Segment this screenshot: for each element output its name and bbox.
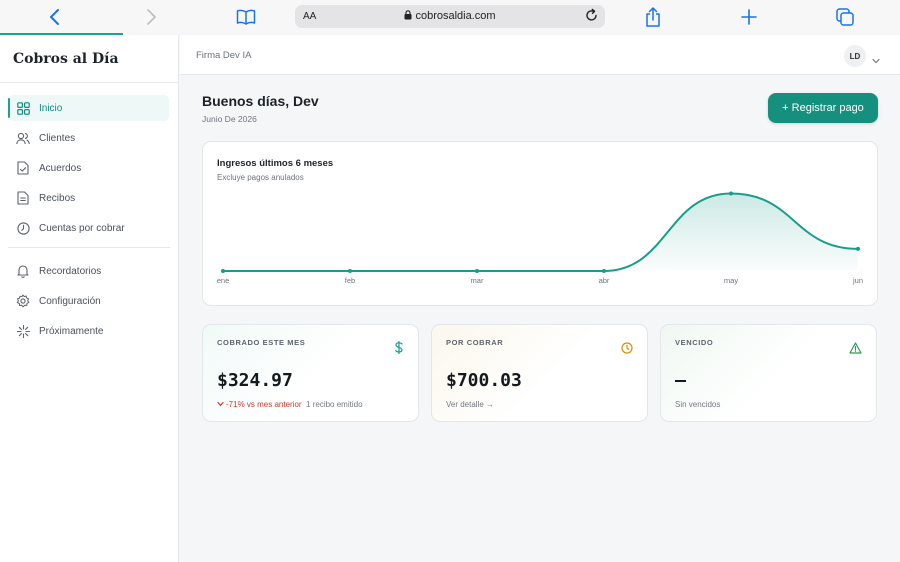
clock-icon	[16, 221, 30, 235]
tabs-icon[interactable]	[833, 5, 857, 29]
chart-point-jun[interactable]	[856, 246, 860, 251]
top-header: Firma Dev IA LD	[180, 35, 900, 75]
stat-value	[675, 370, 686, 391]
sparkle-icon	[16, 324, 30, 338]
sidebar-item-label: Inicio	[39, 102, 63, 114]
register-payment-button[interactable]: + Registrar pago	[768, 93, 878, 123]
stat-value: $700.03	[446, 370, 522, 391]
url-text: cobrosaldia.com	[295, 10, 605, 22]
x-tick-label: mar	[471, 276, 484, 285]
sidebar-item-label: Clientes	[39, 132, 76, 144]
stat-footer: -71% vs mes anterior 1 recibo emitido	[217, 400, 363, 409]
chart-point-ene[interactable]	[221, 269, 225, 273]
sidebar-divider	[8, 247, 170, 248]
address-bar[interactable]: AA cobrosaldia.com	[295, 5, 605, 28]
file-check-icon	[16, 161, 30, 175]
brand-logo[interactable]: Cobros al Día	[0, 35, 178, 83]
browser-toolbar: AA cobrosaldia.com	[0, 0, 900, 35]
stat-card-overdue[interactable]: VENCIDO Sin vencidos	[660, 324, 877, 422]
sidebar-item-label: Configuración	[39, 295, 101, 307]
income-chart-card: Ingresos últimos 6 meses Excluye pagos a…	[202, 141, 878, 306]
chart-point-may[interactable]	[729, 191, 733, 196]
sidebar-item-acuerdos[interactable]: Acuerdos	[9, 155, 169, 181]
sidebar-item-inicio[interactable]: Inicio	[8, 95, 169, 121]
stat-card-receivable[interactable]: POR COBRAR $700.03 Ver detalle →	[431, 324, 648, 422]
bell-icon	[16, 264, 30, 278]
sidebar-item-label: Recibos	[39, 192, 76, 204]
sidebar-item-proximamente[interactable]: Próximamente	[9, 318, 169, 344]
empty-value-dash	[675, 380, 686, 382]
grid-icon	[16, 101, 30, 115]
sidebar-nav: Inicio Clientes Acuerdos Recibos Cuentas…	[0, 83, 178, 344]
avatar[interactable]: LD	[844, 45, 866, 67]
share-icon[interactable]	[641, 5, 665, 29]
stat-card-collected[interactable]: COBRADO ESTE MES $324.97 -71% vs mes ant…	[202, 324, 419, 422]
stat-note: Sin vencidos	[675, 400, 721, 409]
income-chart: ene feb mar abr may jun	[217, 191, 863, 285]
chart-area-fill	[223, 193, 858, 271]
sidebar-item-cuentas-por-cobrar[interactable]: Cuentas por cobrar	[9, 215, 169, 241]
x-tick-label: may	[724, 276, 738, 285]
sidebar-item-label: Cuentas por cobrar	[39, 222, 125, 234]
stat-delta: -71% vs mes anterior	[217, 400, 302, 409]
x-tick-label: feb	[345, 276, 355, 285]
receipt-icon	[16, 191, 30, 205]
dollar-icon	[394, 340, 404, 359]
x-tick-label: jun	[852, 276, 863, 285]
chart-point-feb[interactable]	[348, 269, 352, 273]
back-icon[interactable]	[43, 5, 67, 29]
sidebar-item-label: Próximamente	[39, 325, 104, 337]
sidebar-item-configuracion[interactable]: Configuración	[9, 288, 169, 314]
sidebar-item-label: Acuerdos	[39, 162, 82, 174]
warning-icon	[849, 341, 862, 359]
clock-icon	[621, 341, 633, 359]
stat-label: POR COBRAR	[446, 338, 504, 347]
page-title: Buenos días, Dev	[202, 93, 319, 109]
sidebar-item-clientes[interactable]: Clientes	[9, 125, 169, 151]
view-detail-link[interactable]: Ver detalle →	[446, 400, 494, 409]
forward-icon[interactable]	[139, 5, 163, 29]
url-label: cobrosaldia.com	[415, 10, 496, 22]
sidebar-item-recibos[interactable]: Recibos	[9, 185, 169, 211]
users-icon	[16, 131, 30, 145]
sidebar: Cobros al Día Inicio Clientes Acuerdos R…	[0, 35, 179, 562]
stat-label: COBRADO ESTE MES	[217, 338, 306, 347]
gear-icon	[16, 294, 30, 308]
chart-point-mar[interactable]	[475, 269, 479, 273]
sidebar-item-label: Recordatorios	[39, 265, 102, 277]
reload-icon[interactable]	[584, 8, 599, 28]
new-tab-icon[interactable]	[737, 5, 761, 29]
trend-down-icon	[217, 401, 224, 407]
sidebar-item-recordatorios[interactable]: Recordatorios	[9, 258, 169, 284]
chart-point-abr[interactable]	[602, 269, 606, 273]
org-name: Firma Dev IA	[196, 50, 252, 61]
stat-label: VENCIDO	[675, 338, 714, 347]
stat-value: $324.97	[217, 370, 293, 391]
stat-delta-label: -71% vs mes anterior	[226, 400, 302, 409]
chevron-down-icon[interactable]	[872, 51, 880, 69]
bookmarks-icon[interactable]	[234, 5, 258, 29]
x-tick-label: abr	[599, 276, 610, 285]
lock-icon	[404, 10, 412, 20]
page-date: Junio De 2026	[202, 114, 257, 124]
stat-note: 1 recibo emitido	[306, 400, 363, 409]
x-tick-label: ene	[217, 276, 230, 285]
